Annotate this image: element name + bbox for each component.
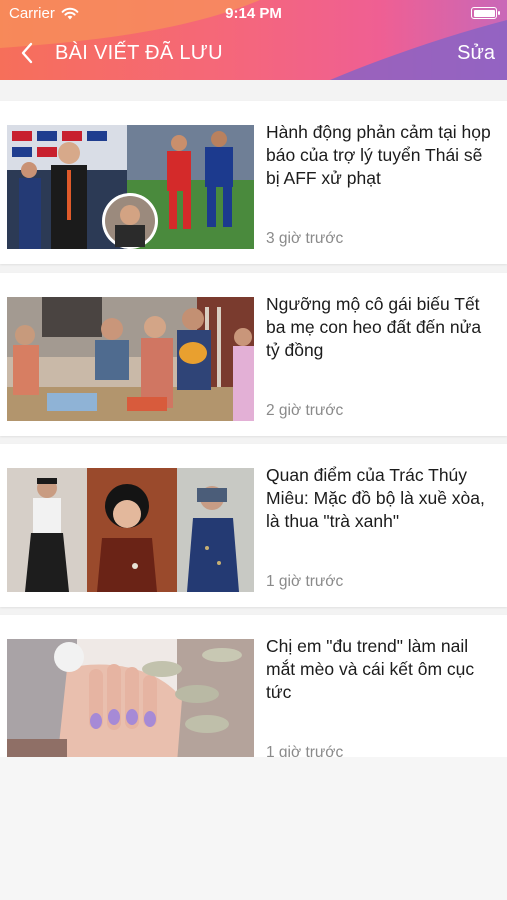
article-item[interactable]: Hành động phản cảm tại họp báo của trợ l… xyxy=(0,101,507,264)
article-title: Ngưỡng mộ cô gái biếu Tết ba mẹ con heo … xyxy=(266,294,482,360)
article-title: Hành động phản cảm tại họp báo của trợ l… xyxy=(266,122,491,188)
article-time: 3 giờ trước xyxy=(266,230,344,247)
article-time: 2 giờ trước xyxy=(266,402,344,419)
back-button[interactable] xyxy=(12,38,42,68)
article-thumbnail-nail-art xyxy=(7,639,254,763)
article-title: Chị em "đu trend" làm nail mắt mèo và cá… xyxy=(266,636,475,702)
article-thumbnail-family-piggy-bank xyxy=(7,297,254,421)
status-bar: Carrier 9:14 PM xyxy=(0,0,507,26)
article-thumbnail-football-press xyxy=(7,125,254,249)
article-item[interactable]: Ngưỡng mộ cô gái biếu Tết ba mẹ con heo … xyxy=(0,273,507,436)
article-thumbnail-fashion-women xyxy=(7,468,254,592)
battery-icon xyxy=(471,7,500,19)
saved-articles-list: Hành động phản cảm tại họp báo của trợ l… xyxy=(0,80,507,900)
chevron-left-icon xyxy=(21,42,33,64)
article-title: Quan điểm của Trác Thúy Miêu: Mặc đồ bộ … xyxy=(266,465,485,531)
article-item[interactable]: Chị em "đu trend" làm nail mắt mèo và cá… xyxy=(0,615,507,778)
status-time: 9:14 PM xyxy=(225,5,282,22)
article-item[interactable]: Quan điểm của Trác Thúy Miêu: Mặc đồ bộ … xyxy=(0,444,507,607)
page-title: BÀI VIẾT ĐÃ LƯU xyxy=(55,42,223,64)
navigation-header: Carrier 9:14 PM BÀI VIẾT ĐÃ LƯU Sửa xyxy=(0,0,507,80)
edit-button[interactable]: Sửa xyxy=(457,42,495,65)
nav-bar: BÀI VIẾT ĐÃ LƯU Sửa xyxy=(0,26,507,80)
article-time: 1 giờ trước xyxy=(266,573,344,590)
list-empty-area xyxy=(0,757,507,900)
